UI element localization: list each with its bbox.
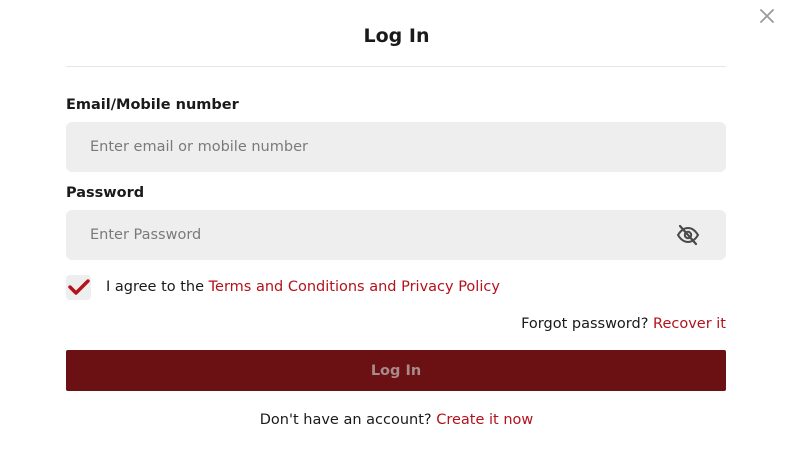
page-title: Log In — [363, 25, 430, 47]
email-field-container — [66, 122, 726, 172]
checkmark-icon — [67, 279, 90, 295]
eye-off-icon — [676, 224, 700, 246]
agreement-text: I agree to the Terms and Conditions and … — [106, 279, 500, 295]
create-account-link[interactable]: Create it now — [436, 412, 533, 428]
email-label: Email/Mobile number — [66, 97, 239, 113]
password-field-container — [66, 210, 726, 260]
signup-row: Don't have an account? Create it now — [0, 412, 793, 428]
close-icon — [760, 9, 774, 23]
password-visibility-toggle[interactable] — [676, 223, 700, 247]
title-divider — [66, 66, 726, 67]
forgot-password-text: Forgot password? — [521, 316, 654, 332]
login-button[interactable]: Log In — [66, 350, 726, 391]
agree-checkbox[interactable] — [66, 274, 91, 300]
email-field[interactable] — [66, 122, 726, 172]
agreement-prefix: I agree to the — [106, 279, 209, 295]
password-field[interactable] — [66, 210, 726, 260]
password-label: Password — [66, 185, 145, 201]
agreement-row: I agree to the Terms and Conditions and … — [66, 274, 500, 300]
close-button[interactable] — [757, 6, 777, 26]
signup-text: Don't have an account? — [259, 412, 437, 428]
forgot-password-row: Forgot password? Recover it — [521, 316, 726, 332]
terms-link[interactable]: Terms and Conditions and Privacy Policy — [209, 279, 500, 295]
recover-link[interactable]: Recover it — [653, 316, 726, 332]
login-modal: Log In Email/Mobile number Password I ag… — [0, 0, 793, 456]
